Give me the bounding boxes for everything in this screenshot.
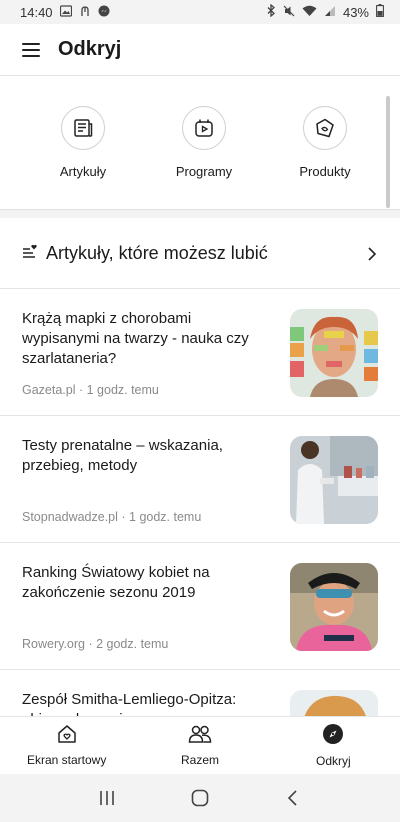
article-title: Testy prenatalne – wskazania, przebieg, … — [22, 437, 223, 474]
article-card[interactable]: Ranking Światowy kobiet na zakończenie s… — [0, 542, 400, 669]
nav-label: Ekran startowy — [26, 753, 107, 767]
battery-percentage: 43% — [342, 4, 369, 20]
article-source: Stopnadwadze.pl · 1 godz. temu — [22, 510, 202, 524]
status-right: 43% — [267, 3, 384, 20]
status-left: 14:40 — [20, 5, 110, 20]
article-icon — [61, 106, 105, 150]
category-label: Produkty — [299, 164, 351, 179]
article-thumbnail — [290, 690, 378, 716]
article-feed: Artykuły, które możesz lubić Krążą mapki… — [0, 218, 400, 716]
article-card[interactable]: Zespół Smitha-Lemliego-Opitza: objawy, l… — [0, 669, 400, 716]
signal-icon — [324, 5, 336, 20]
category-products[interactable]: Produkty — [272, 106, 378, 179]
category-articles[interactable]: Artykuły — [30, 106, 136, 179]
bluetooth-icon — [267, 3, 276, 20]
nav-home[interactable]: Ekran startowy — [0, 717, 133, 774]
page-title: Odkryj — [58, 38, 122, 60]
feed-title: Artykuły, które możesz lubić — [46, 242, 268, 263]
category-label: Artykuły — [59, 164, 107, 179]
mute-icon — [283, 5, 295, 20]
article-thumbnail — [290, 309, 378, 397]
people-icon — [188, 724, 212, 749]
messenger-notification-icon — [98, 5, 110, 20]
status-time: 14:40 — [20, 4, 53, 20]
feed-header[interactable]: Artykuły, które możesz lubić — [0, 218, 400, 288]
recent-apps-icon[interactable] — [95, 788, 119, 808]
hands-notification-icon — [79, 5, 91, 20]
category-scrollbar[interactable] — [386, 96, 390, 208]
article-source: Rowery.org · 2 godz. temu — [22, 637, 169, 651]
back-icon[interactable] — [281, 788, 305, 808]
article-title: Zespół Smitha-Lemliego-Opitza: objawy, l… — [22, 691, 237, 716]
bottom-navigation: Ekran startowy Razem Odkryj — [0, 716, 400, 774]
wifi-icon — [302, 5, 317, 20]
nav-together[interactable]: Razem — [133, 717, 266, 774]
article-title: Krążą mapki z chorobami wypisanymi na tw… — [22, 310, 249, 367]
category-label: Programy — [175, 164, 233, 179]
home-heart-icon — [56, 724, 78, 749]
article-source: Gazeta.pl · 1 godz. temu — [22, 383, 159, 397]
nav-discover[interactable]: Odkryj — [267, 717, 400, 774]
battery-icon — [376, 4, 384, 20]
system-navigation — [0, 774, 400, 822]
category-panel: Artykuły Programy Produkty — [0, 76, 400, 210]
program-icon — [182, 106, 226, 150]
app-header: Odkryj — [0, 24, 400, 76]
compass-icon — [322, 723, 344, 750]
category-programs[interactable]: Programy — [151, 106, 257, 179]
feed-heart-icon — [22, 244, 38, 263]
gallery-notification-icon — [59, 4, 72, 20]
article-title: Ranking Światowy kobiet na zakończenie s… — [22, 564, 210, 601]
article-thumbnail — [290, 436, 378, 524]
product-icon — [303, 106, 347, 150]
nav-label: Razem — [180, 753, 219, 767]
article-card[interactable]: Krążą mapki z chorobami wypisanymi na tw… — [0, 288, 400, 415]
chevron-right-icon[interactable] — [366, 247, 378, 261]
category-grid: Artykuły Programy Produkty — [0, 76, 400, 179]
article-thumbnail — [290, 563, 378, 651]
status-bar: 14:40 43% — [0, 0, 400, 24]
article-card[interactable]: Testy prenatalne – wskazania, przebieg, … — [0, 415, 400, 542]
nav-label: Odkryj — [315, 754, 351, 768]
home-button-icon[interactable] — [188, 788, 212, 808]
menu-icon[interactable] — [22, 42, 40, 57]
